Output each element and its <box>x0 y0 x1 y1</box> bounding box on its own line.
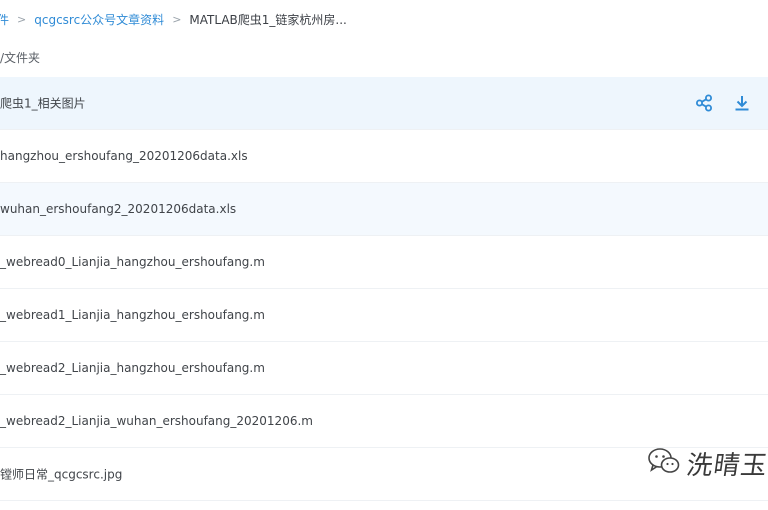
file-name[interactable]: _webread2_Lianjia_wuhan_ershoufang_20201… <box>0 414 313 428</box>
download-icon[interactable] <box>732 93 752 113</box>
file-row-webread0[interactable]: _webread0_Lianjia_hangzhou_ershoufang.m <box>0 236 768 289</box>
file-name[interactable]: 镗师日常_qcgcsrc.jpg <box>0 466 122 483</box>
watermark-text: 洗晴玉 <box>684 450 768 481</box>
folder-column-header: /文件夹 <box>0 51 41 65</box>
file-row-image-folder[interactable]: 爬虫1_相关图片 <box>0 77 768 130</box>
file-row-wuhan-xls[interactable]: wuhan_ershoufang2_20201206data.xls <box>0 183 768 236</box>
row-actions <box>694 93 752 113</box>
file-row-webread1[interactable]: _webread1_Lianjia_hangzhou_ershoufang.m <box>0 289 768 342</box>
file-name[interactable]: wuhan_ershoufang2_20201206data.xls <box>0 202 236 216</box>
file-name[interactable]: _webread0_Lianjia_hangzhou_ershoufang.m <box>0 255 265 269</box>
file-name[interactable]: hangzhou_ershoufang_20201206data.xls <box>0 149 248 163</box>
breadcrumb-separator: > <box>17 12 27 26</box>
file-name[interactable]: 爬虫1_相关图片 <box>0 95 86 112</box>
file-list: 爬虫1_相关图片 hangzhou_ershoufang_20201206dat… <box>0 77 768 501</box>
breadcrumb-item-current: MATLAB爬虫1_链家杭州房... <box>189 12 347 27</box>
wechat-icon <box>647 446 681 480</box>
file-name[interactable]: _webread2_Lianjia_hangzhou_ershoufang.m <box>0 361 265 375</box>
breadcrumb-item-root[interactable]: 件 <box>0 11 9 28</box>
breadcrumb: 件 > qcgcsrc公众号文章资料 > MATLAB爬虫1_链家杭州房... <box>0 0 768 38</box>
file-name[interactable]: _webread1_Lianjia_hangzhou_ershoufang.m <box>0 308 265 322</box>
file-row-hangzhou-xls[interactable]: hangzhou_ershoufang_20201206data.xls <box>0 130 768 183</box>
breadcrumb-item-folder[interactable]: qcgcsrc公众号文章资料 <box>34 11 164 28</box>
share-icon[interactable] <box>694 93 714 113</box>
watermark: 洗晴玉 <box>647 443 768 483</box>
file-browser: 件 > qcgcsrc公众号文章资料 > MATLAB爬虫1_链家杭州房... … <box>0 0 768 510</box>
file-row-webread2-hangzhou[interactable]: _webread2_Lianjia_hangzhou_ershoufang.m <box>0 342 768 395</box>
breadcrumb-separator: > <box>172 12 182 26</box>
file-row-webread2-wuhan[interactable]: _webread2_Lianjia_wuhan_ershoufang_20201… <box>0 395 768 448</box>
